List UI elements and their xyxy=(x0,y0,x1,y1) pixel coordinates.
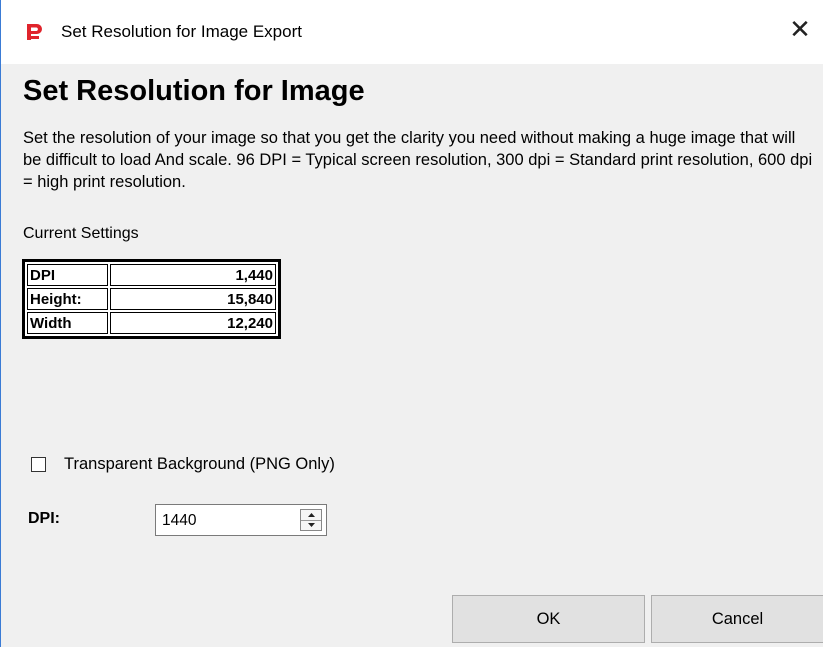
spin-down-button[interactable] xyxy=(301,520,321,530)
setting-key: Width xyxy=(27,312,108,334)
ok-button[interactable]: OK xyxy=(452,595,645,643)
transparent-background-checkbox[interactable] xyxy=(31,457,46,472)
setting-key: DPI xyxy=(27,264,108,286)
dialog-window: Set Resolution for Image Export ✕ Set Re… xyxy=(0,0,823,647)
description-text: Set the resolution of your image so that… xyxy=(23,129,813,191)
spin-buttons xyxy=(300,509,322,531)
dpi-input[interactable]: 1440 xyxy=(162,512,196,530)
table-row: DPI 1,440 xyxy=(27,264,276,286)
transparent-background-label: Transparent Background (PNG Only) xyxy=(64,455,335,473)
table-row: Height: 15,840 xyxy=(27,288,276,310)
table-row: Width 12,240 xyxy=(27,312,276,334)
arrow-down-icon xyxy=(307,523,315,527)
setting-value: 1,440 xyxy=(110,264,276,286)
title-bar: Set Resolution for Image Export ✕ xyxy=(1,0,823,65)
dpi-label: DPI: xyxy=(28,510,60,527)
close-icon: ✕ xyxy=(789,15,811,45)
close-button[interactable]: ✕ xyxy=(777,10,823,50)
current-settings-label: Current Settings xyxy=(23,225,139,242)
dpi-spinner[interactable]: 1440 xyxy=(155,504,327,536)
setting-value: 12,240 xyxy=(110,312,276,334)
transparent-background-option[interactable]: Transparent Background (PNG Only) xyxy=(31,455,335,474)
arrow-up-icon xyxy=(307,513,315,517)
cancel-button[interactable]: Cancel xyxy=(651,595,823,643)
current-settings-table: DPI 1,440 Height: 15,840 Width 12,240 xyxy=(22,259,281,339)
setting-key: Height: xyxy=(27,288,108,310)
setting-value: 15,840 xyxy=(110,288,276,310)
window-title: Set Resolution for Image Export xyxy=(61,22,302,41)
page-title: Set Resolution for Image xyxy=(23,75,365,107)
app-logo-icon xyxy=(27,24,42,40)
